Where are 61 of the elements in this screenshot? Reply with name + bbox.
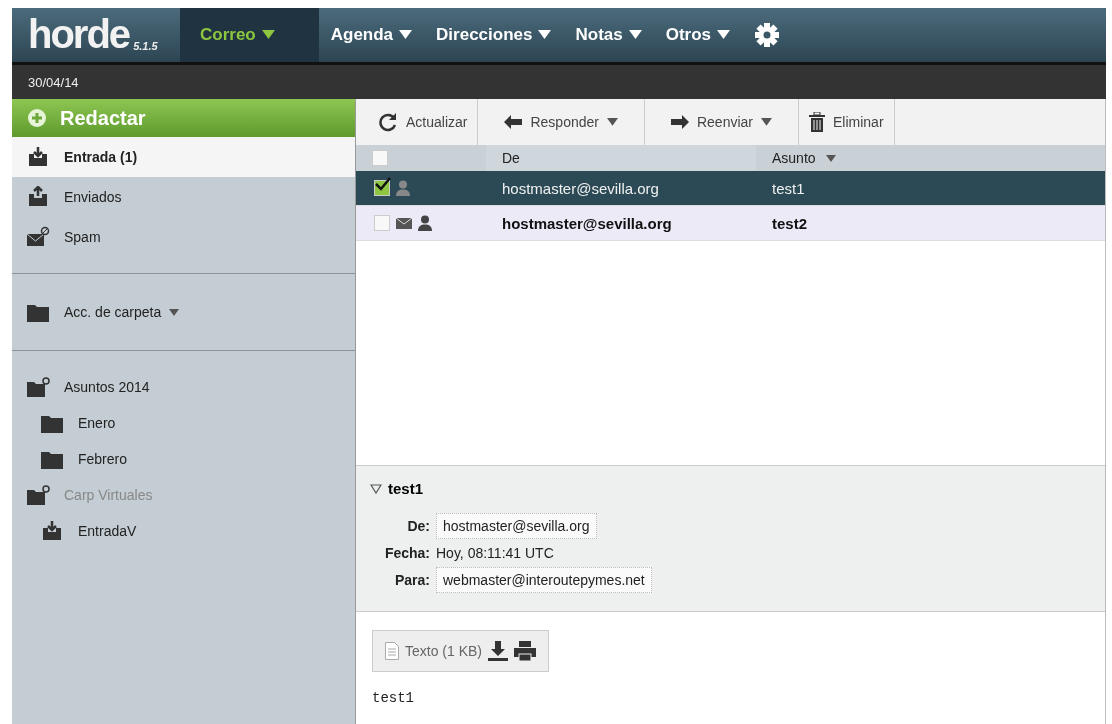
folder-name[interactable]: Asuntos 2014 (64, 379, 150, 395)
date-label: 30/04/14 (28, 74, 79, 90)
message-row[interactable]: hostmaster@sevilla.org test2 (356, 206, 1105, 241)
menu-tab[interactable]: Correo (180, 8, 319, 62)
header-label: Fecha: (384, 545, 430, 561)
sort-icon (825, 154, 836, 162)
outbox-icon (26, 186, 50, 208)
envelope-icon (396, 217, 412, 229)
caret-icon (628, 30, 642, 40)
download-icon[interactable] (488, 641, 509, 661)
subject-text: test2 (771, 214, 809, 232)
refresh-icon (378, 112, 398, 132)
caret-icon (261, 30, 275, 40)
column-header[interactable]: De (502, 150, 520, 166)
trash-icon (809, 112, 825, 132)
person-icon (418, 215, 432, 231)
sender-text: hostmaster@sevilla.org (501, 214, 673, 232)
settings-icon[interactable] (754, 22, 781, 48)
menu-tab[interactable]: Direcciones (424, 8, 564, 62)
document-icon (385, 642, 399, 660)
mailbox-name[interactable]: Entrada (1) (64, 149, 138, 165)
inbox-icon (26, 146, 50, 168)
print-icon[interactable] (514, 641, 537, 661)
collapse-icon[interactable] (370, 483, 382, 494)
version-label: 5.1.5 (133, 40, 158, 52)
logo: horde (28, 16, 130, 52)
address-chip[interactable]: hostmaster@sevilla.org (436, 513, 597, 539)
folder-name[interactable]: Febrero (78, 451, 128, 467)
menu-tab[interactable]: Otros (653, 8, 743, 62)
caret-icon (538, 30, 552, 40)
header-label: Para: (394, 572, 430, 588)
message-subject: test1 (388, 480, 424, 497)
attachment-name[interactable]: Texto (1 KB) (405, 643, 483, 659)
message-row[interactable]: hostmaster@sevilla.org test1 (356, 171, 1105, 206)
left-arrow-icon (504, 115, 523, 129)
checkbox[interactable] (374, 180, 390, 196)
caret-icon (399, 30, 413, 40)
inbox-icon (40, 520, 64, 542)
subject-text: test1 (771, 179, 806, 197)
menu-tab[interactable]: Notas (563, 8, 654, 62)
menu-tab[interactable]: Agenda (318, 8, 425, 62)
folder-icon (26, 484, 50, 506)
caret-icon (169, 308, 180, 316)
address-chip[interactable]: webmaster@interoutepymes.net (436, 567, 652, 593)
sender-text: hostmaster@sevilla.org (501, 179, 660, 197)
plus-icon (28, 109, 46, 127)
person-icon (396, 180, 410, 196)
message-body: test1 (372, 690, 414, 706)
column-header[interactable]: Asunto (772, 150, 816, 166)
mailbox-name[interactable]: Spam (64, 229, 101, 245)
mailbox-name[interactable]: Enviados (64, 189, 122, 205)
folder-name[interactable]: Enero (78, 415, 116, 431)
right-arrow-icon (670, 115, 689, 129)
checkbox[interactable] (374, 215, 390, 231)
folder-icon (26, 376, 50, 398)
spam-icon (26, 226, 50, 248)
caret-icon (717, 30, 731, 40)
header-value: Hoy, 08:11:41 UTC (436, 545, 554, 561)
header-label: De: (407, 518, 430, 534)
checkbox[interactable] (372, 150, 388, 166)
folder-actions-menu[interactable]: Acc. de carpeta (64, 304, 180, 320)
